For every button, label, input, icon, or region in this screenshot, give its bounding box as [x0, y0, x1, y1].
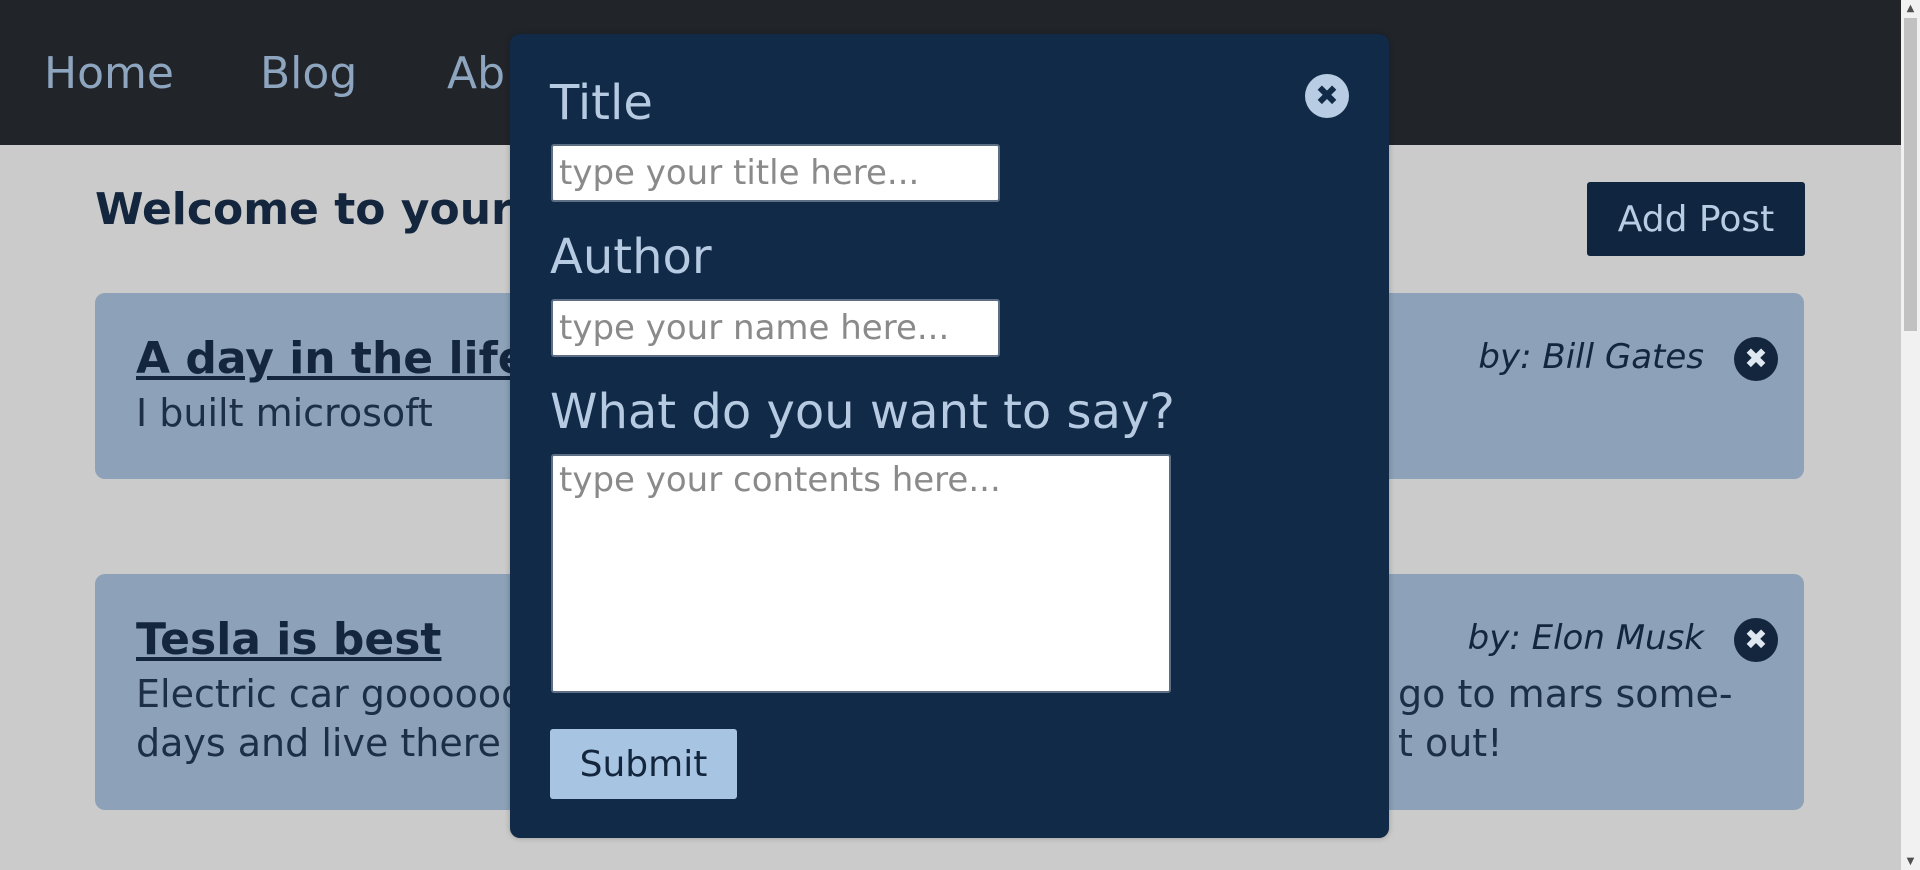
title-input[interactable]: [551, 144, 1000, 202]
submit-button[interactable]: Submit: [550, 729, 737, 799]
nav-blog-link[interactable]: Blog: [260, 48, 357, 99]
post-body-text: t out!: [1398, 721, 1503, 765]
author-label: Author: [550, 229, 712, 285]
scroll-up-arrow-icon[interactable]: ▲: [1901, 0, 1920, 17]
vertical-scrollbar[interactable]: ▲ ▼: [1901, 0, 1920, 870]
contents-textarea[interactable]: [551, 454, 1171, 693]
delete-post-close-icon[interactable]: ✖: [1734, 618, 1778, 662]
post-author: by: Bill Gates: [1478, 337, 1704, 377]
nav-about-link[interactable]: Ab: [447, 48, 505, 99]
post-title-link[interactable]: A day in the life o: [136, 333, 573, 384]
title-label: Title: [550, 75, 653, 131]
add-post-modal: ✖ Title Author What do you want to say? …: [510, 34, 1389, 838]
page: Home Blog Ab Welcome to your H Add Post …: [0, 0, 1920, 870]
post-title-link[interactable]: Tesla is best: [136, 614, 441, 665]
author-input[interactable]: [551, 299, 1000, 357]
post-body-text: Electric car goooood: [136, 672, 526, 716]
contents-label: What do you want to say?: [550, 384, 1175, 440]
post-body-text: go to mars some-: [1398, 672, 1733, 716]
modal-close-icon[interactable]: ✖: [1305, 74, 1349, 118]
nav-home-link[interactable]: Home: [44, 48, 174, 99]
delete-post-close-icon[interactable]: ✖: [1734, 337, 1778, 381]
add-post-button[interactable]: Add Post: [1587, 182, 1805, 256]
scrollbar-thumb[interactable]: [1904, 18, 1917, 331]
scroll-down-arrow-icon[interactable]: ▼: [1901, 853, 1920, 870]
welcome-heading: Welcome to your H: [95, 184, 565, 235]
post-body-text: days and live there: [136, 721, 501, 765]
post-author: by: Elon Musk: [1467, 618, 1704, 658]
